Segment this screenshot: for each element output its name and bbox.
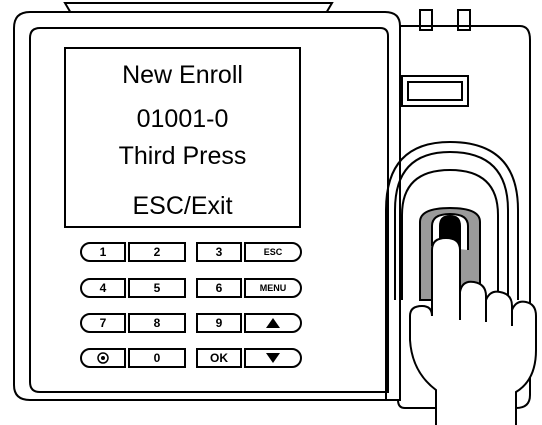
key-2[interactable]: 2 [128, 242, 186, 262]
key-7[interactable]: 7 [80, 313, 126, 333]
key-0[interactable]: 0 [128, 348, 186, 368]
power-icon [97, 352, 109, 364]
key-4[interactable]: 4 [80, 278, 126, 298]
key-esc[interactable]: ESC [244, 242, 302, 262]
key-power[interactable] [80, 348, 126, 368]
key-menu[interactable]: MENU [244, 278, 302, 298]
key-1[interactable]: 1 [80, 242, 126, 262]
key-3[interactable]: 3 [196, 242, 242, 262]
screen-instruction: Third Press [118, 142, 247, 170]
up-triangle-icon [266, 318, 280, 328]
key-up[interactable] [244, 313, 302, 333]
down-triangle-icon [266, 353, 280, 363]
key-9[interactable]: 9 [196, 313, 242, 333]
screen-hint: ESC/Exit [132, 192, 233, 220]
screen-title: New Enroll [122, 61, 243, 89]
key-down[interactable] [244, 348, 302, 368]
key-ok[interactable]: OK [196, 348, 242, 368]
key-8[interactable]: 8 [128, 313, 186, 333]
screen-enroll-id: 01001-0 [136, 105, 229, 133]
key-5[interactable]: 5 [128, 278, 186, 298]
lcd-screen: New Enroll 01001-0 Third Press ESC/Exit [64, 47, 301, 228]
key-6[interactable]: 6 [196, 278, 242, 298]
card-reader-slot [401, 75, 469, 107]
